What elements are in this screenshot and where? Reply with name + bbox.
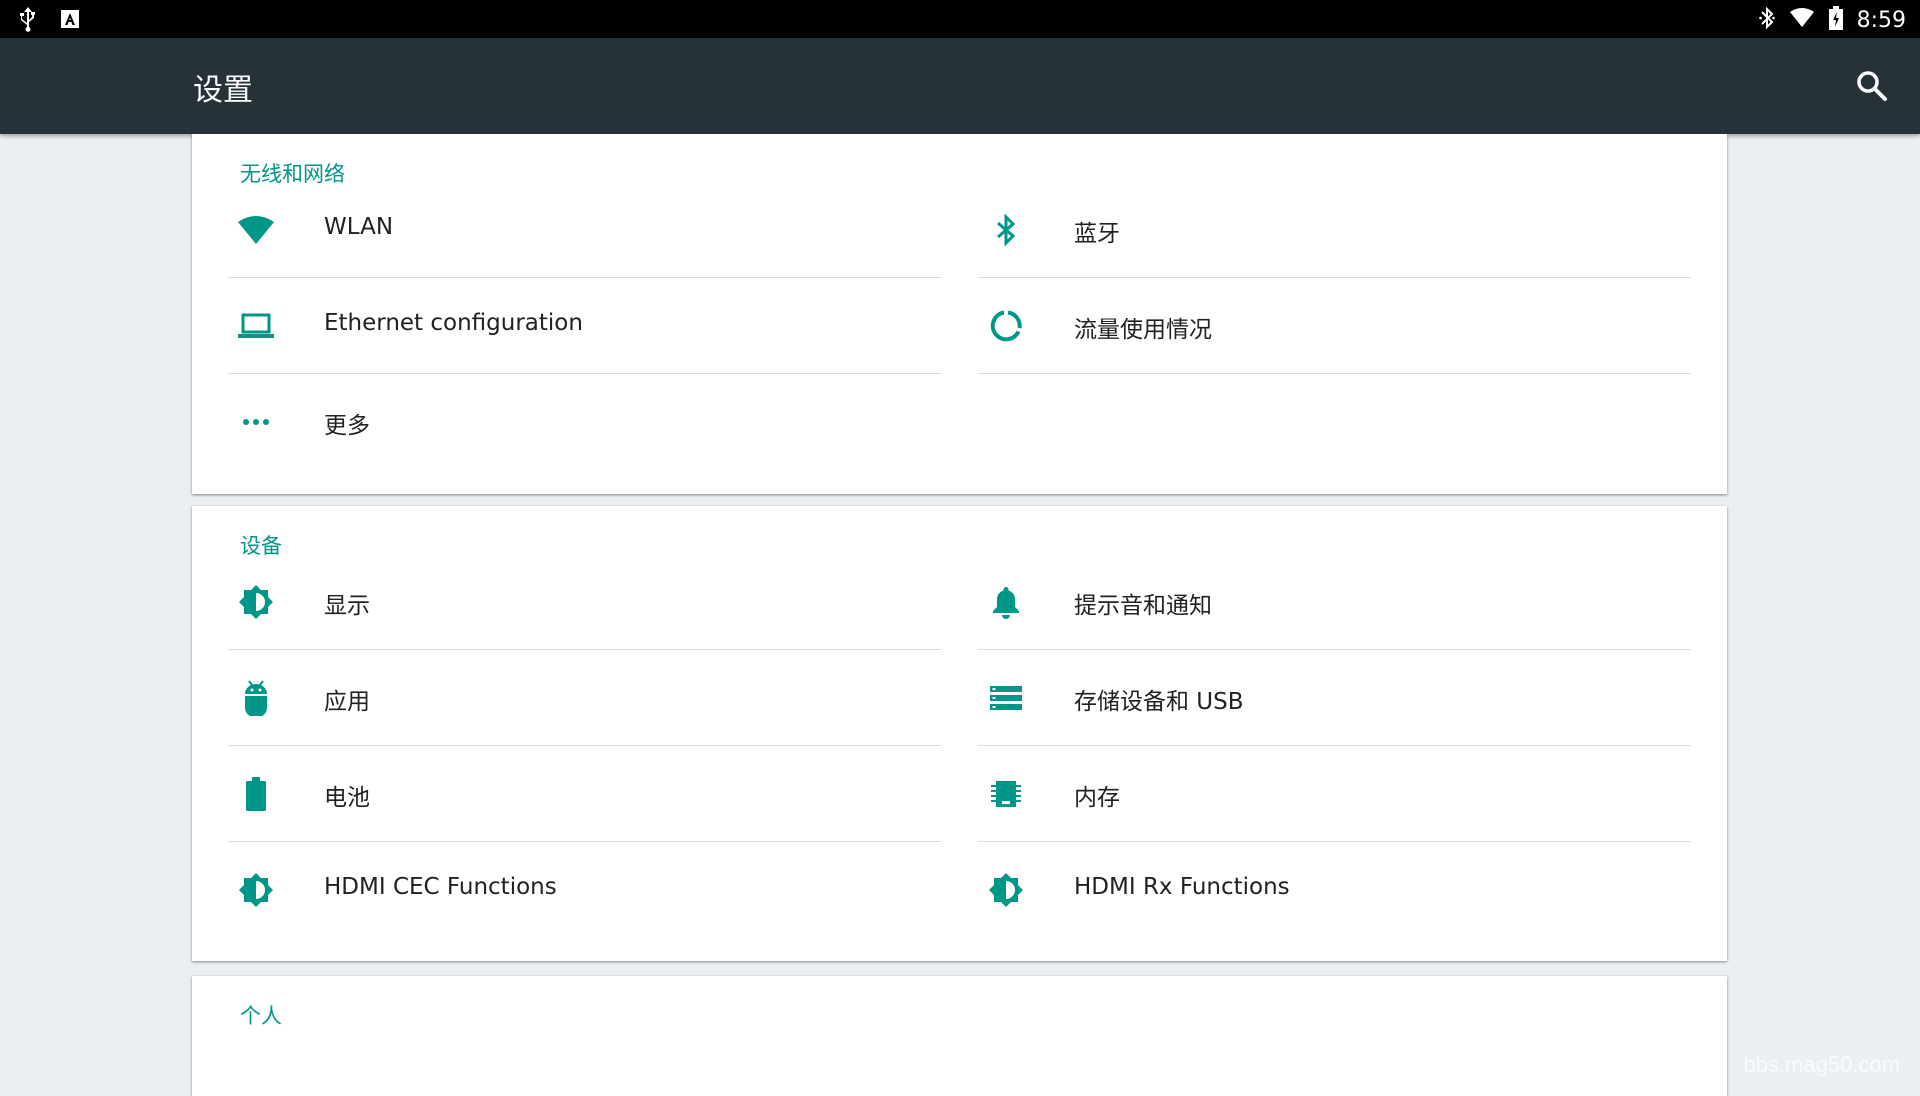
section-title-personal: 个人 [240, 1004, 282, 1028]
status-bar: 8:59 [0, 0, 1920, 38]
bluetooth-icon [988, 212, 1024, 248]
settings-item-label: Ethernet configuration [324, 310, 583, 336]
settings-item-apps[interactable]: 应用 [228, 650, 941, 746]
bluetooth-icon [1758, 6, 1775, 34]
a-notification-icon [60, 9, 80, 33]
search-icon [1857, 71, 1887, 101]
app-bar: 设置 [0, 38, 1920, 134]
settings-item-label: 更多 [324, 413, 370, 439]
settings-item-more[interactable]: 更多 [228, 374, 941, 470]
settings-item-label: HDMI CEC Functions [324, 874, 557, 900]
settings-item-memory[interactable]: 内存 [978, 746, 1691, 842]
settings-item-display[interactable]: 显示 [228, 554, 941, 650]
more-icon [238, 404, 274, 440]
battery-icon [238, 776, 274, 812]
device-card: 设备 显示 提示音和通知 应用 存储设备和 USB 电池 内存 HDMI CEC… [192, 506, 1727, 961]
settings-item-ethernet[interactable]: Ethernet configuration [228, 278, 941, 374]
settings-item-battery[interactable]: 电池 [228, 746, 941, 842]
settings-item-label: HDMI Rx Functions [1074, 874, 1290, 900]
settings-item-storage-usb[interactable]: 存储设备和 USB [978, 650, 1691, 746]
settings-item-label: 应用 [324, 689, 370, 715]
settings-item-hdmi-cec[interactable]: HDMI CEC Functions [228, 842, 941, 938]
storage-icon [988, 680, 1024, 716]
divider [978, 373, 1691, 374]
data-usage-icon [988, 308, 1024, 344]
brightness-icon [238, 584, 274, 620]
settings-item-label: 显示 [324, 593, 370, 619]
settings-item-label: 提示音和通知 [1074, 593, 1212, 619]
status-time: 8:59 [1856, 7, 1906, 33]
settings-item-label: 存储设备和 USB [1074, 689, 1244, 715]
wireless-networks-card: 无线和网络 WLAN 蓝牙 Ethernet configuration 流量使… [192, 134, 1727, 494]
settings-item-label: WLAN [324, 214, 394, 240]
brightness-icon [238, 872, 274, 908]
bell-icon [988, 584, 1024, 620]
personal-card: 个人 [192, 976, 1727, 1096]
settings-item-wlan[interactable]: WLAN [228, 182, 941, 278]
settings-item-label: 电池 [324, 785, 370, 811]
android-icon [238, 680, 274, 716]
wifi-icon [1789, 8, 1815, 32]
page-title: 设置 [193, 73, 253, 108]
battery-icon [1828, 6, 1843, 34]
watermark: bbs.mag50.com [1743, 1052, 1900, 1077]
usb-icon [18, 6, 38, 36]
settings-item-label: 内存 [1074, 785, 1120, 811]
settings-item-label: 流量使用情况 [1074, 317, 1212, 343]
laptop-icon [238, 308, 274, 344]
settings-item-data-usage[interactable]: 流量使用情况 [978, 278, 1691, 374]
search-button[interactable] [1854, 68, 1890, 104]
settings-item-hdmi-rx[interactable]: HDMI Rx Functions [978, 842, 1691, 938]
settings-item-label: 蓝牙 [1074, 221, 1120, 247]
settings-item-sound-notification[interactable]: 提示音和通知 [978, 554, 1691, 650]
wifi-icon [238, 212, 274, 248]
settings-item-bluetooth[interactable]: 蓝牙 [978, 182, 1691, 278]
memory-icon [988, 776, 1024, 812]
brightness-icon [988, 872, 1024, 908]
